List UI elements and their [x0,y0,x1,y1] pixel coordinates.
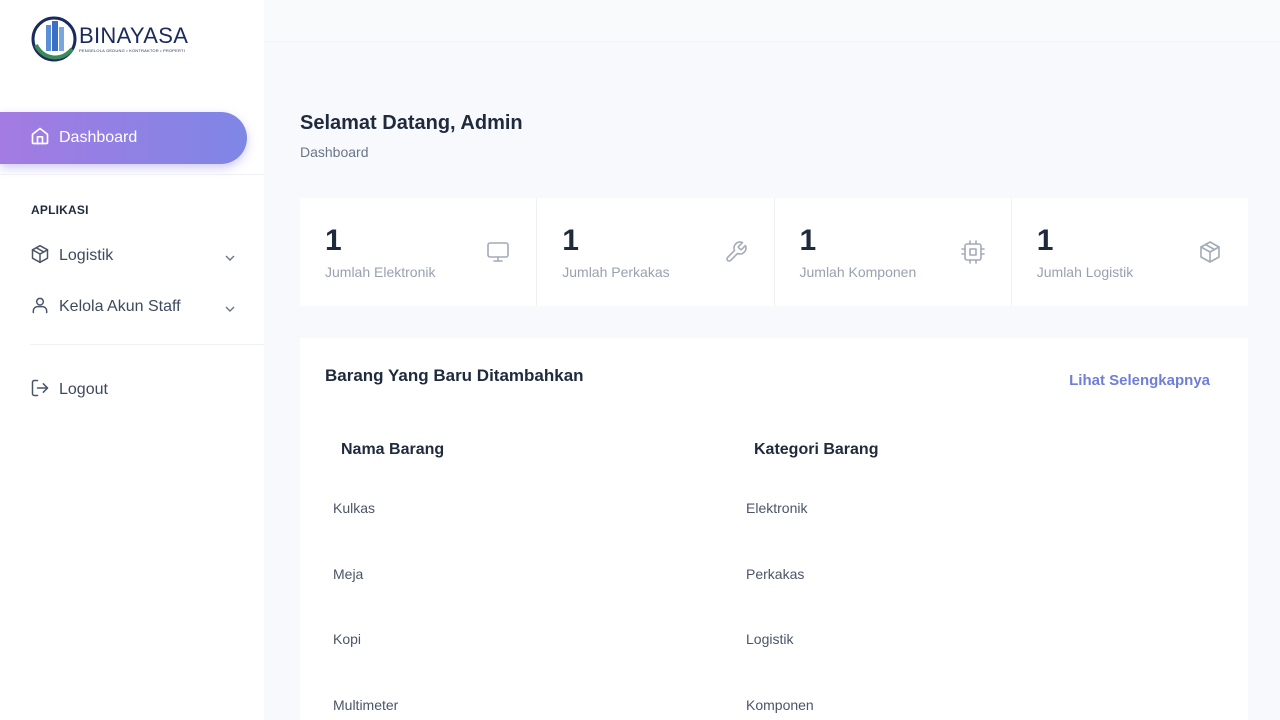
sidebar-item-dashboard[interactable]: Dashboard [0,112,247,164]
sidebar-item-label: Dashboard [59,129,138,146]
stat-value: 1 [799,224,817,257]
divider [0,174,264,175]
cpu-icon [960,240,985,264]
cell-kategori-barang: Elektronik [746,500,808,516]
home-icon [30,126,50,151]
stat-label: Jumlah Logistik [1036,264,1134,280]
column-header-nama-barang: Nama Barang [341,441,445,458]
cell-kategori-barang: Logistik [746,631,794,647]
stat-value: 1 [325,224,342,257]
view-more-link[interactable]: Lihat Selengkapnya [1069,372,1210,389]
logout-label: Logout [59,381,108,398]
brand-name: BINAYASA [79,23,189,48]
stat-label: Jumlah Perkakas [562,264,670,280]
brand-tagline: PENGELOLA GEDUNG • KONTRAKTOR • PROPERTI [79,48,186,53]
monitor-icon [486,240,510,264]
recent-items-panel: Barang Yang Baru Ditambahkan Lihat Selen… [300,338,1248,720]
sidebar-item-label: Logistik [59,247,114,264]
top-bar [264,0,1280,42]
stat-value: 1 [1036,224,1054,257]
table-row[interactable]: Kulkas Elektronik [300,500,1248,520]
page-title: Selamat Datang, Admin [300,112,523,134]
chevron-down-icon[interactable] [224,252,236,264]
column-header-kategori-barang: Kategori Barang [754,441,879,458]
sidebar-section-title: APLIKASI [31,203,89,217]
table-row[interactable]: Meja Perkakas [300,566,1248,586]
cell-nama-barang: Meja [333,566,364,582]
stat-label: Jumlah Elektronik [325,264,436,280]
logout-icon [30,378,50,403]
wrench-icon [724,240,748,264]
box-icon [30,244,50,269]
cell-kategori-barang: Perkakas [746,566,805,582]
sidebar-item-label: Kelola Akun Staff [59,298,181,315]
stat-value: 1 [562,224,579,257]
table-row[interactable]: Multimeter Komponen [300,697,1248,717]
user-icon [30,295,50,320]
package-icon [1198,240,1222,264]
cell-nama-barang: Multimeter [333,697,399,713]
stat-card-elektronik: 1 Jumlah Elektronik [300,198,538,306]
chevron-down-icon[interactable] [224,303,236,315]
stat-card-perkakas: 1 Jumlah Perkakas [537,198,775,306]
logo-mark-icon [31,15,77,63]
divider [30,344,264,345]
brand-logo[interactable]: BINAYASA PENGELOLA GEDUNG • KONTRAKTOR •… [31,14,191,64]
table-row[interactable]: Kopi Logistik [300,631,1248,651]
sidebar-item-kelola-akun-staff[interactable]: Kelola Akun Staff [30,292,240,322]
cell-nama-barang: Kulkas [333,500,376,516]
panel-title: Barang Yang Baru Ditambahkan [325,366,584,385]
cell-kategori-barang: Komponen [746,697,814,713]
cell-nama-barang: Kopi [333,631,362,647]
stats-row: 1 Jumlah Elektronik 1 Jumlah Perkakas 1 … [300,198,1248,306]
stat-label: Jumlah Komponen [799,264,917,280]
sidebar-item-logistik[interactable]: Logistik [30,241,240,271]
stat-card-logistik: 1 Jumlah Logistik [1011,198,1248,306]
sidebar: BINAYASA PENGELOLA GEDUNG • KONTRAKTOR •… [0,0,264,720]
stat-card-komponen: 1 Jumlah Komponen [774,198,1012,306]
logout-button[interactable]: Logout [30,375,240,405]
breadcrumb[interactable]: Dashboard [300,144,369,160]
